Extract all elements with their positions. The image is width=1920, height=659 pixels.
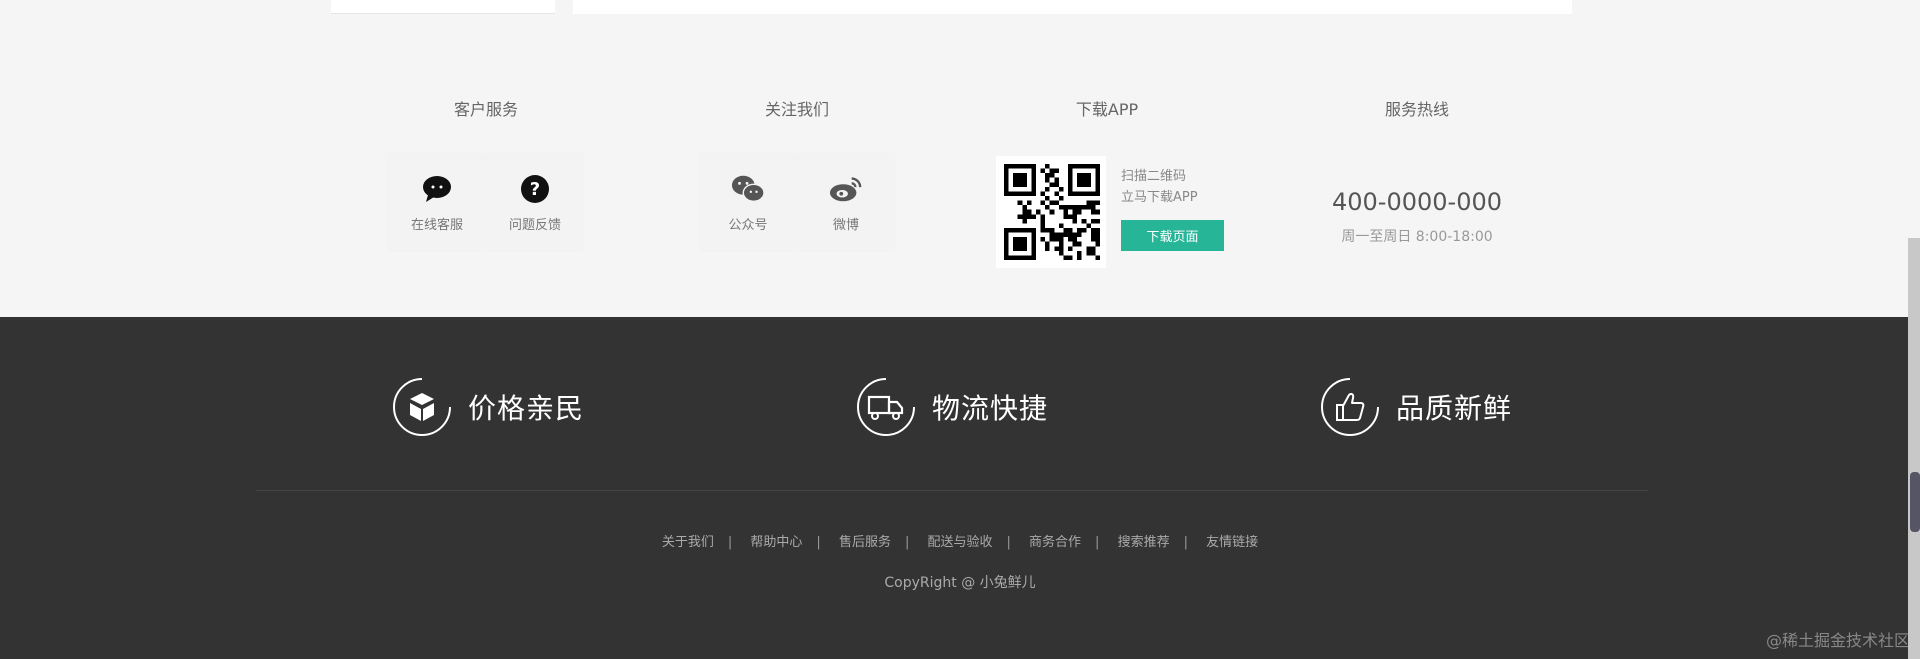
wechat-tile[interactable]: 公众号 — [700, 154, 796, 250]
link-help-center[interactable]: 帮助中心 — [750, 535, 802, 550]
customer-service-title: 客户服务 — [453, 100, 518, 119]
svg-text:?: ? — [530, 179, 540, 200]
feature-quality: 品质新鲜 — [1320, 377, 1512, 437]
qr-line-2: 立马下载APP — [1121, 190, 1198, 205]
qr-instructions: 扫描二维码 立马下载APP — [1121, 166, 1198, 208]
scrollbar[interactable] — [1908, 238, 1920, 659]
top-left-panel — [331, 0, 555, 14]
chat-bubble-icon — [420, 172, 454, 206]
copyright: CopyRight @ 小兔鲜儿 — [884, 575, 1036, 591]
hotline-title: 服务热线 — [1384, 100, 1449, 119]
weibo-label: 微博 — [832, 217, 859, 233]
weibo-tile[interactable]: 微博 — [798, 154, 894, 250]
link-after-sales[interactable]: 售后服务 — [839, 535, 891, 550]
service-section: 客户服务 在线客服 ? 问题反馈 关注我们 公众号 微博 下载APP 扫描二维码… — [0, 14, 1920, 317]
footer: 价格亲民 物流快捷 品质新鲜 关于我们 | 帮助中心 | 售后服务 | 配送与验收 | … — [0, 317, 1920, 659]
link-separator: | — [904, 535, 910, 550]
feature-logistics-label: 物流快捷 — [932, 392, 1049, 425]
online-service-label: 在线客服 — [410, 217, 463, 233]
download-page-button[interactable]: 下载页面 — [1121, 220, 1224, 251]
link-separator: | — [727, 535, 733, 550]
hotline-hours: 周一至周日 8:00-18:00 — [1341, 229, 1493, 245]
hotline-column: 服务热线 400-0000-000 周一至周日 8:00-18:00 — [1262, 14, 1572, 317]
feature-price: 价格亲民 — [392, 377, 584, 437]
top-right-panel — [573, 0, 1572, 14]
qr-line-1: 扫描二维码 — [1121, 169, 1187, 184]
feature-quality-label: 品质新鲜 — [1396, 392, 1513, 425]
link-separator: | — [1183, 535, 1188, 550]
footer-divider — [256, 490, 1648, 491]
link-separator: | — [1006, 535, 1011, 550]
footer-links: 关于我们 | 帮助中心 | 售后服务 | 配送与验收 | 商务合作 | 搜索推荐 | 友情链… — [0, 531, 1920, 550]
customer-service-column: 客户服务 在线客服 ? 问题反馈 — [331, 14, 641, 317]
truck-icon — [857, 378, 915, 436]
link-friends[interactable]: 友情链接 — [1206, 535, 1258, 550]
link-delivery[interactable]: 配送与验收 — [927, 535, 992, 550]
follow-us-column: 关注我们 公众号 微博 — [642, 14, 952, 317]
weibo-icon — [829, 172, 863, 206]
feedback-tile[interactable]: ? 问题反馈 — [487, 154, 583, 250]
question-icon: ? — [518, 172, 552, 206]
feature-logistics: 物流快捷 — [856, 377, 1048, 437]
feature-price-label: 价格亲民 — [468, 392, 585, 425]
feedback-label: 问题反馈 — [508, 217, 561, 233]
follow-us-title: 关注我们 — [764, 100, 829, 119]
wechat-icon — [731, 172, 765, 206]
download-app-column: 下载APP 扫描二维码 立马下载APP 下载页面 — [952, 14, 1262, 317]
link-search[interactable]: 搜索推荐 — [1118, 535, 1170, 550]
link-about-us[interactable]: 关于我们 — [662, 535, 714, 550]
online-service-tile[interactable]: 在线客服 — [389, 154, 485, 250]
hotline-number: 400-0000-000 — [1331, 188, 1502, 216]
link-business[interactable]: 商务合作 — [1029, 535, 1081, 550]
qr-code — [996, 156, 1106, 268]
link-separator: | — [816, 535, 821, 550]
link-separator: | — [1095, 535, 1100, 550]
price-box-icon — [393, 378, 451, 436]
watermark: @稀土掘金技术社区 — [1765, 631, 1910, 650]
scroll-handle[interactable] — [1910, 472, 1920, 532]
thumbs-up-icon — [1321, 378, 1379, 436]
wechat-label: 公众号 — [728, 217, 768, 233]
download-app-title: 下载APP — [1075, 100, 1139, 119]
